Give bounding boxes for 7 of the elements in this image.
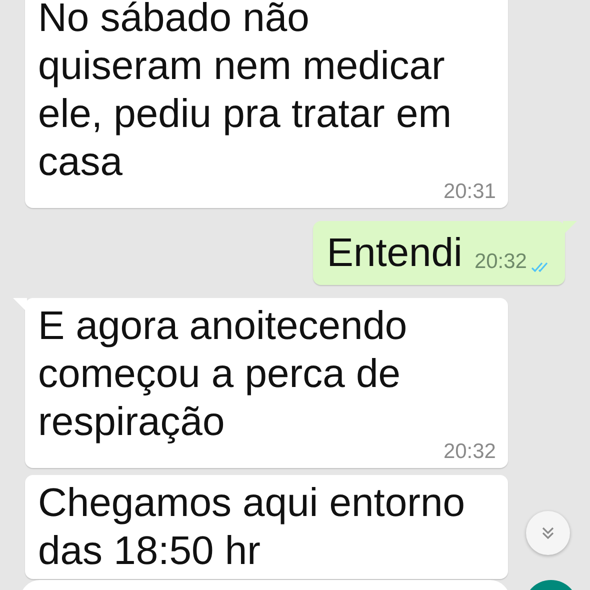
- message-text: Chegamos aqui entorno das 18:50 hr: [38, 480, 466, 575]
- message-time: 20:32: [474, 248, 527, 274]
- scroll-down-button[interactable]: [526, 511, 570, 555]
- message-text: Entendi: [326, 230, 462, 277]
- double-chevron-down-icon: [541, 526, 555, 540]
- message-text: E agora anoitecendo começou a perca de respiração: [38, 303, 408, 446]
- message-time: 20:32: [443, 440, 496, 464]
